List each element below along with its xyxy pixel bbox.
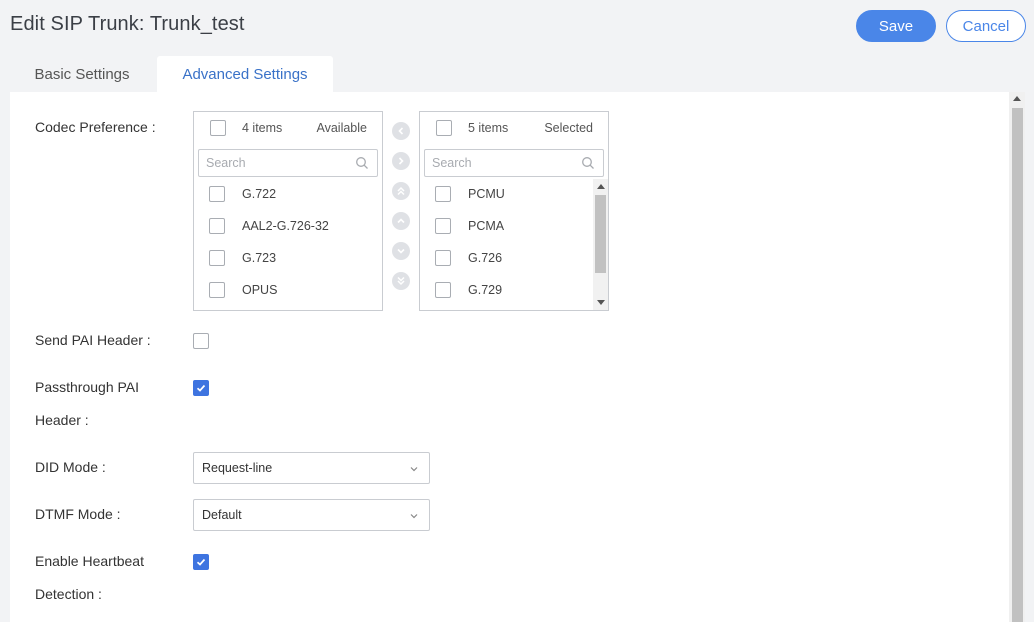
item-label: G.726 xyxy=(468,251,503,265)
selected-title: Selected xyxy=(544,121,593,135)
dtmf-mode-select[interactable]: Default xyxy=(193,499,430,531)
search-icon xyxy=(582,157,594,169)
send-pai-header-label: Send PAI Header : xyxy=(35,332,151,348)
selected-list-scrollbar[interactable] xyxy=(593,179,608,310)
item-label: AAL2-G.726-32 xyxy=(242,219,329,233)
scroll-up-arrow-icon[interactable] xyxy=(1013,96,1021,101)
chevron-down-icon xyxy=(397,248,405,254)
available-search-input[interactable] xyxy=(206,156,356,170)
list-item[interactable]: G.722 xyxy=(194,178,382,210)
item-checkbox[interactable] xyxy=(435,282,451,298)
available-search-box[interactable] xyxy=(198,149,378,177)
move-down-button[interactable] xyxy=(392,242,410,260)
page-scrollbar-thumb[interactable] xyxy=(1012,108,1023,622)
item-checkbox[interactable] xyxy=(209,250,225,266)
item-label: G.729 xyxy=(468,283,503,297)
item-checkbox[interactable] xyxy=(209,186,225,202)
list-item[interactable]: OPUS xyxy=(194,274,382,306)
selected-search-input[interactable] xyxy=(432,156,582,170)
available-title: Available xyxy=(316,121,367,135)
cancel-button[interactable]: Cancel xyxy=(946,10,1026,42)
available-list-header: 4 items Available xyxy=(194,112,382,144)
heartbeat-detection-label-line1: Enable Heartbeat xyxy=(35,553,144,569)
dtmf-mode-value: Default xyxy=(202,508,242,522)
heartbeat-detection-label-line2: Detection : xyxy=(35,586,102,602)
selected-codecs-list: 5 items Selected PCMU PCMA G.726 G.729 xyxy=(419,111,609,311)
move-left-button[interactable] xyxy=(392,122,410,140)
item-label: G.723 xyxy=(242,251,277,265)
item-checkbox[interactable] xyxy=(435,218,451,234)
double-chevron-down-icon xyxy=(397,276,405,286)
list-item[interactable]: G.723 xyxy=(194,242,382,274)
item-label: OPUS xyxy=(242,283,278,297)
move-right-button[interactable] xyxy=(392,152,410,170)
dtmf-mode-label: DTMF Mode : xyxy=(35,506,121,522)
heartbeat-detection-checkbox[interactable] xyxy=(193,554,209,570)
move-bottom-button[interactable] xyxy=(392,272,410,290)
passthrough-pai-header-checkbox[interactable] xyxy=(193,380,209,396)
chevron-down-icon xyxy=(410,467,418,472)
save-button[interactable]: Save xyxy=(856,10,936,42)
passthrough-pai-header-label-line1: Passthrough PAI xyxy=(35,379,140,395)
checkmark-icon xyxy=(196,558,206,566)
send-pai-header-checkbox[interactable] xyxy=(193,333,209,349)
selected-search-box[interactable] xyxy=(424,149,604,177)
scroll-down-arrow-icon[interactable] xyxy=(597,300,605,305)
list-item[interactable]: G.729 xyxy=(420,274,608,306)
chevron-up-icon xyxy=(397,218,405,224)
list-item[interactable]: AAL2-G.726-32 xyxy=(194,210,382,242)
did-mode-value: Request-line xyxy=(202,461,273,475)
passthrough-pai-header-label-line2: Header : xyxy=(35,412,89,428)
move-top-button[interactable] xyxy=(392,182,410,200)
did-mode-label: DID Mode : xyxy=(35,459,106,475)
chevron-down-icon xyxy=(410,514,418,519)
available-count: 4 items xyxy=(242,121,283,135)
available-codecs-list: 4 items Available G.722 AAL2-G.726-32 G.… xyxy=(193,111,383,311)
chevron-right-icon xyxy=(398,157,404,165)
move-up-button[interactable] xyxy=(392,212,410,230)
codec-preference-label: Codec Preference : xyxy=(35,119,156,135)
item-label: PCMA xyxy=(468,219,505,233)
item-label: PCMU xyxy=(468,187,505,201)
page-scrollbar[interactable] xyxy=(1009,92,1025,622)
item-checkbox[interactable] xyxy=(435,250,451,266)
item-checkbox[interactable] xyxy=(209,218,225,234)
list-item[interactable]: G.726 xyxy=(420,242,608,274)
list-item[interactable]: PCMA xyxy=(420,210,608,242)
selected-list-scrollbar-thumb[interactable] xyxy=(595,195,606,273)
chevron-left-icon xyxy=(398,127,404,135)
tab-basic-settings[interactable]: Basic Settings xyxy=(18,56,146,92)
item-checkbox[interactable] xyxy=(435,186,451,202)
tab-advanced-settings[interactable]: Advanced Settings xyxy=(157,56,333,92)
available-select-all-checkbox[interactable] xyxy=(210,120,226,136)
selected-count: 5 items xyxy=(468,121,509,135)
double-chevron-up-icon xyxy=(397,186,405,196)
selected-list-header: 5 items Selected xyxy=(420,112,608,144)
item-label: G.722 xyxy=(242,187,277,201)
checkmark-icon xyxy=(196,384,206,392)
item-checkbox[interactable] xyxy=(209,282,225,298)
search-icon xyxy=(356,157,368,169)
selected-select-all-checkbox[interactable] xyxy=(436,120,452,136)
page-title: Edit SIP Trunk: Trunk_test xyxy=(10,13,245,35)
scroll-up-arrow-icon[interactable] xyxy=(597,184,605,189)
list-item[interactable]: PCMU xyxy=(420,178,608,210)
did-mode-select[interactable]: Request-line xyxy=(193,452,430,484)
